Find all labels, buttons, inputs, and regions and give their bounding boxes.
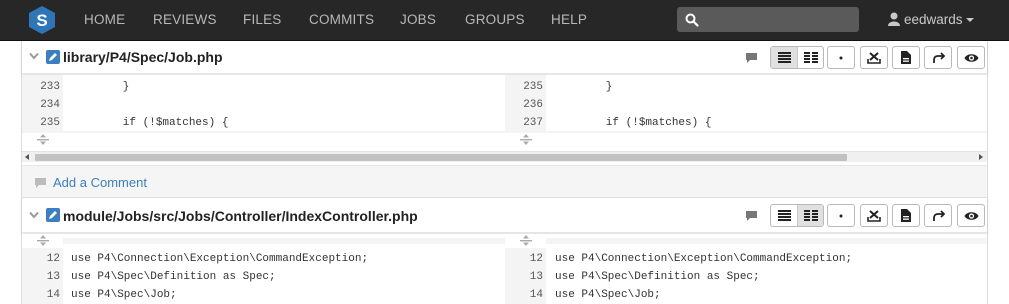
nav-commits[interactable]: COMMITS	[309, 12, 374, 27]
comment-icon[interactable]	[745, 52, 758, 64]
diff-mode-toggle	[770, 204, 824, 227]
nav-home[interactable]: HOME	[84, 12, 125, 27]
diff-file: module/Jobs/src/Jobs/Controller/IndexCon…	[21, 198, 988, 304]
line-number: 233	[40, 81, 60, 93]
chevron-down-icon[interactable]	[29, 52, 39, 60]
code-line: use P4\Spec\Job;	[555, 289, 661, 301]
edit-file-icon	[46, 50, 60, 64]
expand-lines-icon[interactable]	[520, 235, 532, 246]
line-number: 235	[40, 117, 60, 129]
comment-icon	[35, 178, 46, 188]
eye-icon[interactable]	[957, 46, 985, 69]
line-number: 12	[46, 253, 60, 265]
line-number: 13	[46, 271, 60, 283]
expand-row	[22, 133, 987, 145]
expand-lines-icon[interactable]	[520, 134, 532, 145]
user-icon	[888, 12, 900, 26]
svg-text:S: S	[36, 11, 47, 30]
open-file-icon[interactable]	[924, 204, 952, 227]
whitespace-icon[interactable]	[827, 204, 855, 227]
scrollbar-thumb[interactable]	[35, 154, 847, 161]
swarm-logo-icon[interactable]: S	[28, 5, 56, 35]
whitespace-icon[interactable]	[827, 46, 855, 69]
code-line: use P4\Spec\Definition as Spec;	[555, 271, 760, 283]
file-icon[interactable]	[892, 204, 920, 227]
file-icon[interactable]	[892, 46, 920, 69]
file-path[interactable]: module/Jobs/src/Jobs/Controller/IndexCon…	[63, 208, 418, 224]
nav-files[interactable]: FILES	[243, 12, 282, 27]
code-line: use P4\Spec\Job;	[71, 289, 177, 301]
nav-jobs[interactable]: JOBS	[400, 12, 436, 27]
scroll-left-icon[interactable]	[25, 154, 29, 160]
add-comment-link[interactable]: Add a Comment	[53, 175, 147, 190]
edit-file-icon	[46, 208, 60, 222]
side-by-side-diff-icon[interactable]	[797, 47, 823, 68]
expand-row	[22, 234, 987, 248]
download-icon[interactable]	[860, 204, 888, 227]
chevron-down-icon[interactable]	[966, 18, 974, 22]
code-line: }	[70, 81, 130, 93]
code-line: if (!$matches) {	[553, 117, 712, 129]
nav-groups[interactable]: GROUPS	[465, 12, 525, 27]
code-line: if (!$matches) {	[70, 117, 229, 129]
add-comment-bar: Add a Comment	[22, 165, 987, 198]
code-line: use P4\Connection\Exception\CommandExcep…	[555, 253, 853, 265]
code-line: }	[553, 81, 613, 93]
expand-lines-icon[interactable]	[37, 235, 49, 246]
code-line: use P4\Spec\Definition as Spec;	[71, 271, 276, 283]
open-file-icon[interactable]	[924, 46, 952, 69]
line-number: 14	[46, 289, 60, 301]
user-menu[interactable]: eedwards	[904, 12, 963, 27]
line-number: 236	[523, 99, 543, 111]
side-by-side-diff-icon[interactable]	[797, 205, 823, 226]
diff-pane-right: 235 } 236 237 if (!$matches) {	[505, 75, 987, 139]
diff-file: library/P4/Spec/Job.php 233} 234 235 if…	[21, 41, 988, 198]
chevron-down-icon[interactable]	[29, 211, 39, 219]
code-line: use P4\Connection\Exception\CommandExcep…	[71, 253, 369, 265]
top-navbar: S HOME REVIEWS FILES COMMITS JOBS GROUPS…	[0, 0, 1009, 41]
comment-icon[interactable]	[745, 210, 758, 222]
diff-pane-left: 12 use P4\Connection\Exception\CommandEx…	[22, 248, 505, 304]
search-input[interactable]	[677, 7, 859, 32]
diff-pane-right: 12 use P4\Connection\Exception\CommandEx…	[505, 248, 987, 304]
diff-pane-left: 233 } 234 235 if (!$matches) {	[22, 75, 505, 139]
nav-help[interactable]: HELP	[551, 12, 587, 27]
line-number: 14	[529, 289, 543, 301]
horizontal-scrollbar[interactable]	[22, 151, 987, 162]
line-number: 237	[523, 117, 543, 129]
line-number: 13	[529, 271, 543, 283]
search-icon	[685, 13, 699, 27]
inline-diff-icon[interactable]	[771, 205, 797, 226]
line-number: 12	[529, 253, 543, 265]
nav-reviews[interactable]: REVIEWS	[153, 12, 217, 27]
expand-lines-icon[interactable]	[37, 134, 49, 145]
diff-mode-toggle	[770, 46, 824, 69]
inline-diff-icon[interactable]	[771, 47, 797, 68]
file-header: library/P4/Spec/Job.php	[22, 41, 987, 74]
scroll-right-icon[interactable]	[979, 154, 983, 160]
download-icon[interactable]	[860, 46, 888, 69]
eye-icon[interactable]	[957, 204, 985, 227]
line-number: 235	[523, 81, 543, 93]
file-header: module/Jobs/src/Jobs/Controller/IndexCon…	[22, 198, 987, 233]
line-number: 234	[40, 99, 60, 111]
file-path[interactable]: library/P4/Spec/Job.php	[63, 49, 223, 65]
